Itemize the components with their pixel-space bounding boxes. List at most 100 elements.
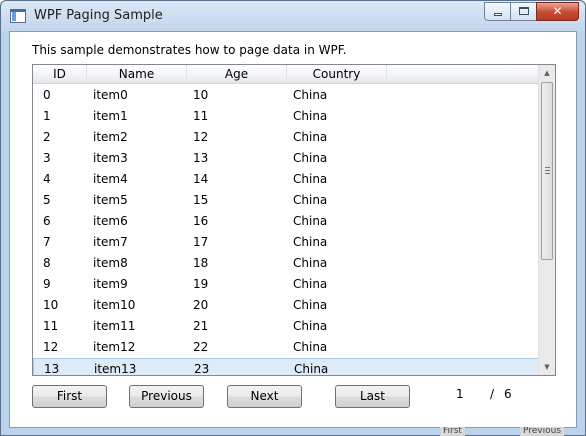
last-button[interactable]: Last [335,385,410,408]
column-header-age[interactable]: Age [187,65,287,84]
column-header-id[interactable]: ID [33,65,87,84]
minimize-button[interactable] [484,2,510,21]
cell-id: 12 [43,340,59,354]
cell-age: 17 [193,235,209,249]
cell-name: item11 [93,319,136,333]
table-row[interactable]: 3 item3 13 China [33,148,539,169]
cell-id: 1 [43,109,51,123]
cell-country: China [293,214,328,228]
table-row[interactable]: 9 item9 19 China [33,274,539,295]
cell-id: 13 [44,362,60,376]
scroll-down-icon[interactable]: ▼ [539,359,555,375]
current-page: 1 [456,387,464,401]
cell-country: China [293,298,328,312]
grip-icon [545,167,550,174]
description-text: This sample demonstrates how to page dat… [32,43,347,57]
cell-id: 8 [43,256,51,270]
cell-id: 10 [43,298,59,312]
scroll-thumb[interactable] [541,82,553,260]
background-window-fragment: Previous [520,427,565,436]
cell-id: 3 [43,151,51,165]
table-row[interactable]: 10 item10 20 China [33,295,539,316]
grid-rows: 0 item0 10 China 1 item1 11 China 2 item2 12 China 3… [33,85,539,376]
cell-age: 11 [193,109,209,123]
cell-name: item8 [93,256,128,270]
close-button[interactable]: ✕ [536,2,579,21]
table-row[interactable]: 12 item12 22 China [33,337,539,358]
cell-name: item12 [93,340,136,354]
app-icon[interactable] [10,9,26,23]
cell-age: 13 [193,151,209,165]
column-header-country[interactable]: Country [287,65,387,84]
cell-name: item5 [93,193,128,207]
cell-name: item1 [93,109,128,123]
cell-name: item3 [93,151,128,165]
cell-age: 22 [193,340,209,354]
table-row[interactable]: 13 item13 23 China [33,358,539,376]
cell-age: 16 [193,214,209,228]
cell-age: 23 [194,362,210,376]
column-header-name[interactable]: Name [87,65,187,84]
cell-country: China [293,340,328,354]
cell-name: item13 [94,362,137,376]
data-grid[interactable]: ID Name Age Country 0 item0 10 China 1 item1 1… [32,64,556,376]
table-row[interactable]: 7 item7 17 China [33,232,539,253]
previous-button[interactable]: Previous [129,385,204,408]
cell-country: China [293,277,328,291]
table-row[interactable]: 0 item0 10 China [33,85,539,106]
cell-name: item4 [93,172,128,186]
cell-id: 2 [43,130,51,144]
cell-id: 9 [43,277,51,291]
cell-name: item2 [93,130,128,144]
client-area: This sample demonstrates how to page dat… [9,31,577,428]
app-window: WPF Paging Sample ✕ This sample demonstr… [0,0,586,436]
cell-id: 0 [43,88,51,102]
cell-name: item10 [93,298,136,312]
cell-age: 21 [193,319,209,333]
cell-id: 11 [43,319,59,333]
cell-id: 7 [43,235,51,249]
window-title: WPF Paging Sample [34,8,163,23]
table-row[interactable]: 11 item11 21 China [33,316,539,337]
table-row[interactable]: 6 item6 16 China [33,211,539,232]
cell-country: China [294,362,329,376]
table-row[interactable]: 1 item1 11 China [33,106,539,127]
page-separator: / [490,387,495,401]
cell-country: China [293,193,328,207]
cell-country: China [293,172,328,186]
cell-id: 6 [43,214,51,228]
maximize-button[interactable] [510,2,536,21]
total-pages: 6 [504,387,512,401]
scroll-up-icon[interactable]: ▲ [539,65,555,81]
cell-age: 14 [193,172,209,186]
cell-country: China [293,235,328,249]
background-window-fragment: First [440,427,465,436]
cell-country: China [293,109,328,123]
table-row[interactable]: 5 item5 15 China [33,190,539,211]
cell-id: 4 [43,172,51,186]
table-row[interactable]: 2 item2 12 China [33,127,539,148]
cell-name: item0 [93,88,128,102]
table-row[interactable]: 4 item4 14 China [33,169,539,190]
cell-country: China [293,256,328,270]
vertical-scrollbar[interactable]: ▲ ▼ [538,65,555,375]
cell-id: 5 [43,193,51,207]
title-bar[interactable]: WPF Paging Sample ✕ [1,1,585,31]
cell-age: 15 [193,193,209,207]
cell-name: item7 [93,235,128,249]
cell-country: China [293,151,328,165]
table-row[interactable]: 8 item8 18 China [33,253,539,274]
caption-buttons: ✕ [484,2,579,21]
minimize-icon [494,13,502,16]
cell-age: 19 [193,277,209,291]
cell-country: China [293,319,328,333]
cell-age: 18 [193,256,209,270]
cell-country: China [293,88,328,102]
cell-age: 12 [193,130,209,144]
next-button[interactable]: Next [227,385,302,408]
maximize-icon [519,7,529,15]
first-button[interactable]: First [32,385,107,408]
cell-age: 10 [193,88,209,102]
grid-header: ID Name Age Country [33,65,539,84]
close-icon: ✕ [552,4,563,18]
